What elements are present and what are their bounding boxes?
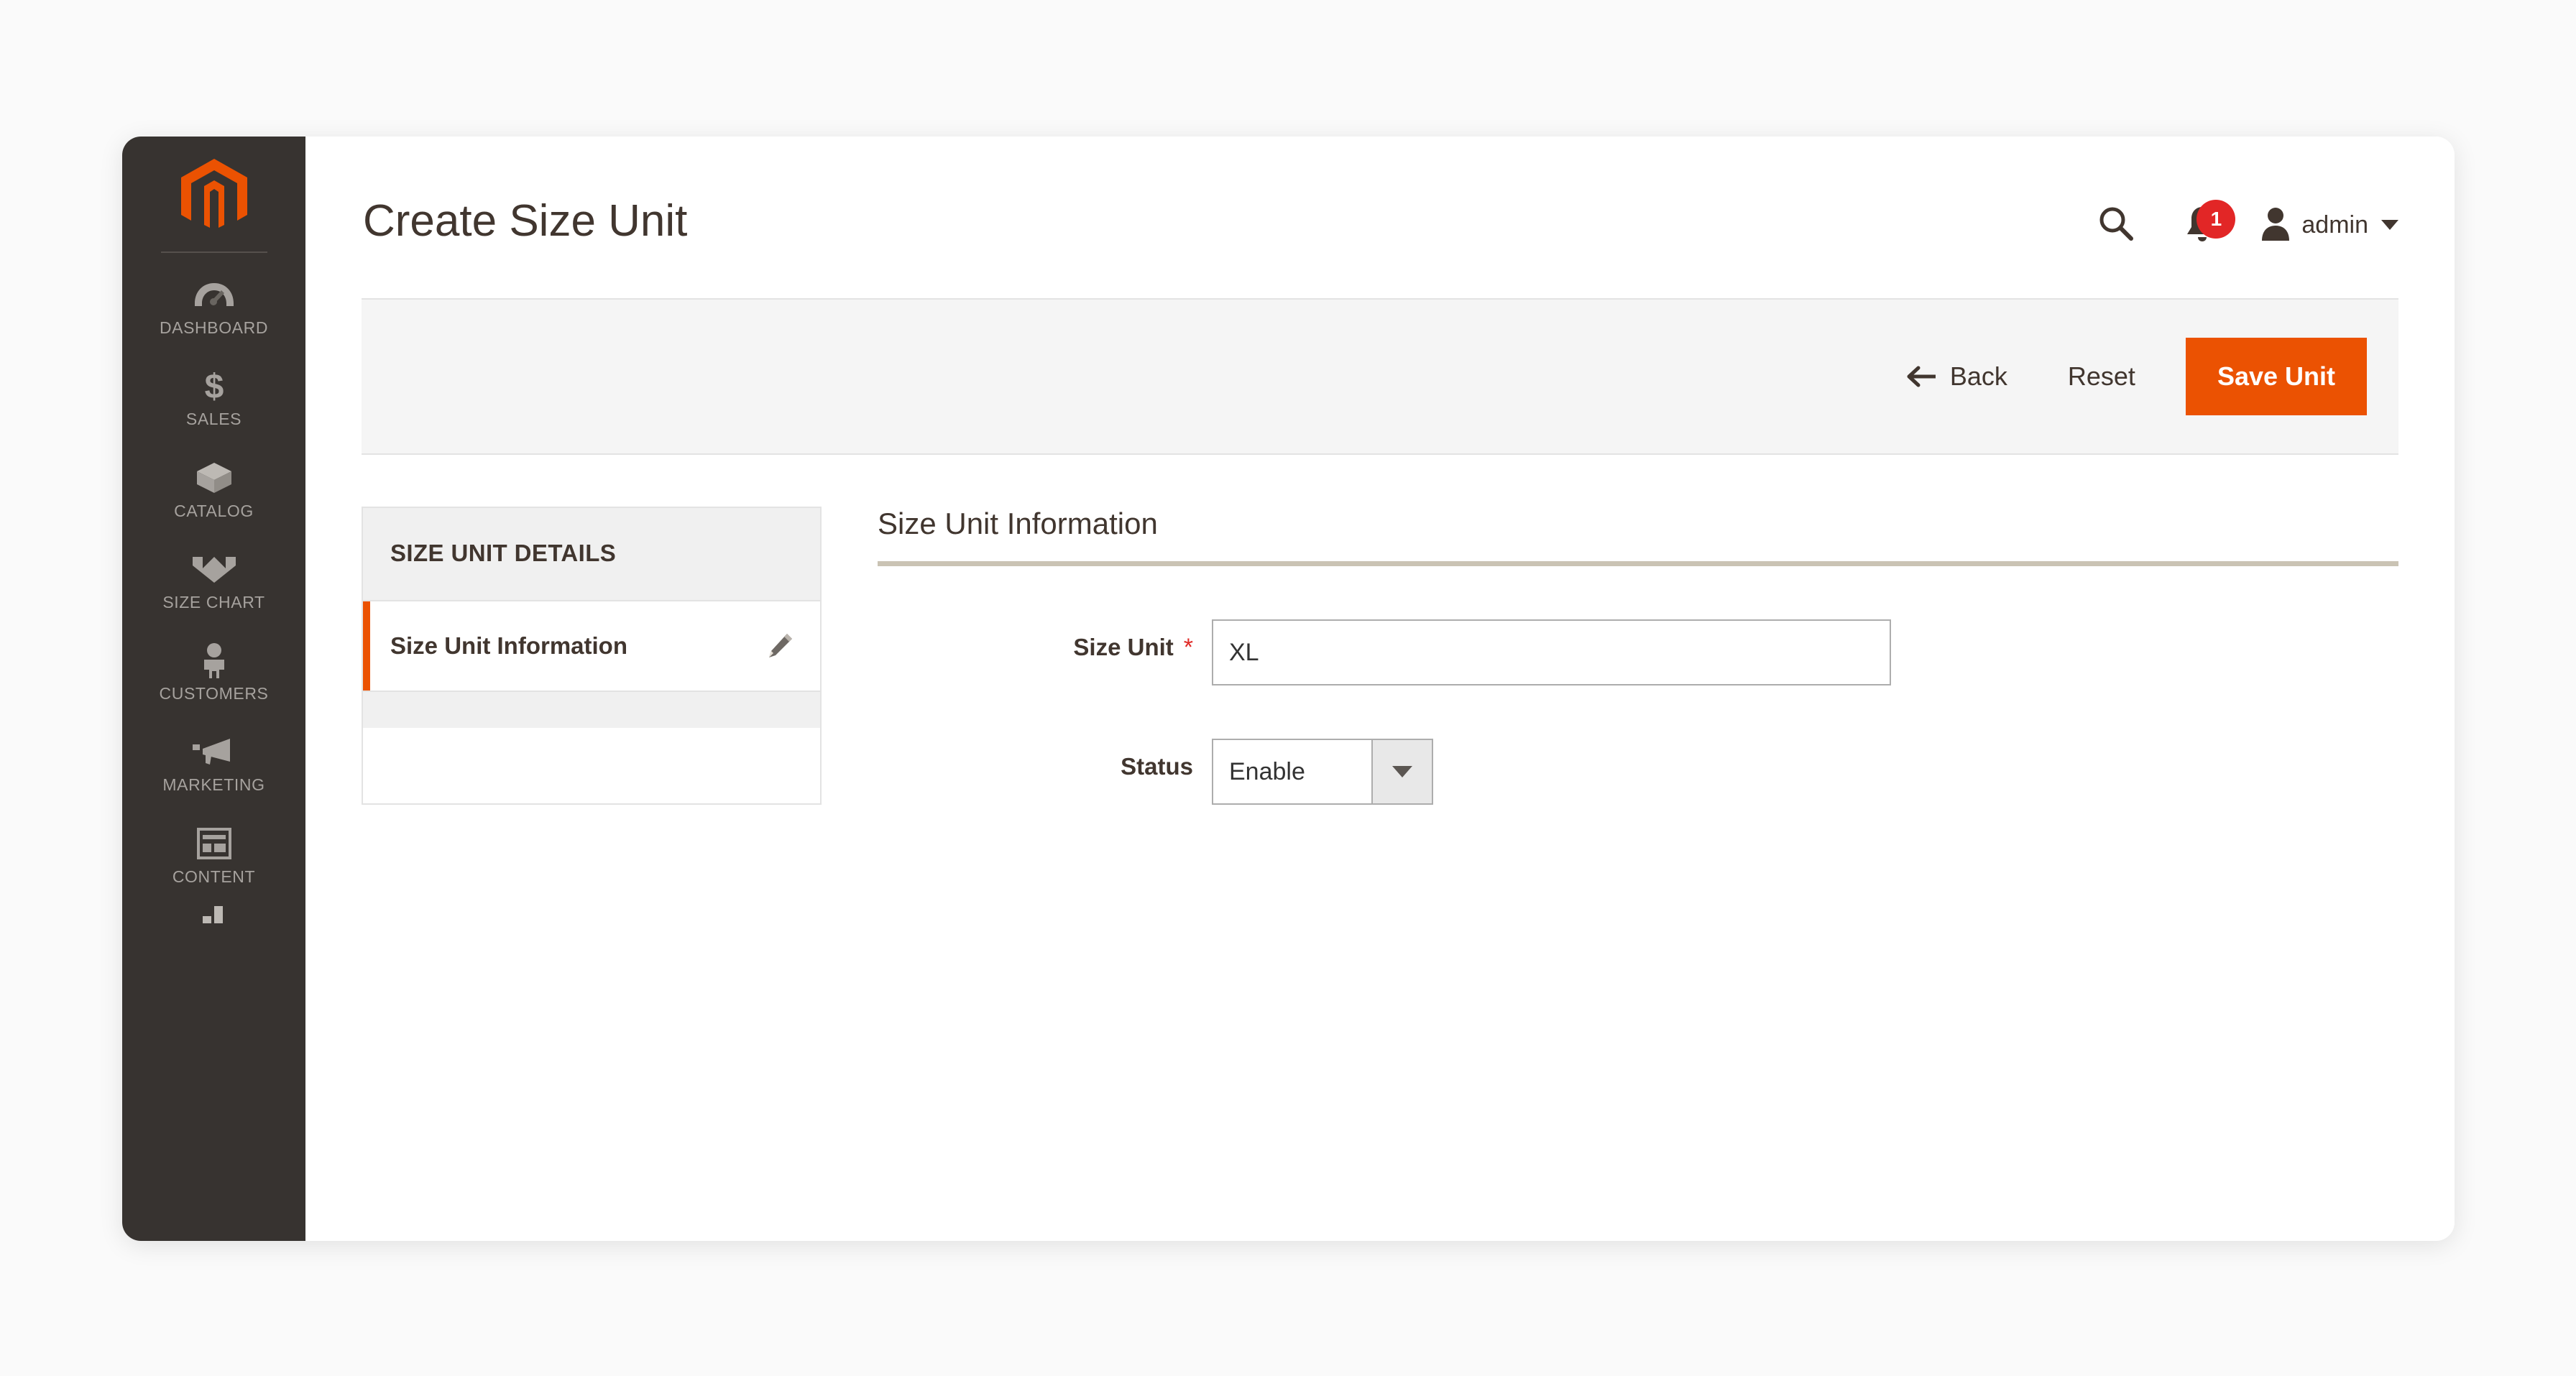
sidebar-item-label: DASHBOARD [159,318,269,337]
sidebar-item-sales[interactable]: $ SALES [122,351,305,443]
notification-badge: 1 [2196,200,2236,239]
megaphone-icon [192,733,236,770]
size-unit-form: Size Unit Information Size Unit * Status… [822,507,2398,805]
caret-glyph [1392,766,1412,777]
size-unit-input[interactable] [1212,619,1891,685]
back-button-label: Back [1949,361,2007,391]
panel-header: SIZE UNIT DETAILS [363,508,820,601]
svg-text:$: $ [204,368,224,405]
arrow-left-icon [1905,365,1937,388]
reset-button[interactable]: Reset [2051,348,2153,405]
sidebar-item-catalog[interactable]: CATALOG [122,443,305,535]
sidebar-item-label: CONTENT [172,867,256,886]
size-unit-details-panel: SIZE UNIT DETAILS Size Unit Information [362,507,822,805]
panel-title: SIZE UNIT DETAILS [390,540,617,566]
search-icon [2097,205,2135,246]
layout-icon [196,825,231,862]
section-divider [878,561,2398,566]
box-icon [194,459,234,497]
sidebar-item-label: CUSTOMERS [159,684,269,703]
admin-app-card: DASHBOARD $ SALES CATALOG SIZE CHART CUS… [122,137,2455,1241]
save-unit-button-label: Save Unit [2217,361,2335,391]
size-chart-icon [192,550,236,588]
field-row-size-unit: Size Unit * [878,619,2398,685]
status-select[interactable]: Enable [1212,739,1433,805]
field-label-cell: Size Unit * [878,619,1212,661]
user-avatar-icon [2260,206,2291,244]
sidebar-item-partial[interactable] [122,900,305,938]
reset-button-label: Reset [2067,361,2135,391]
sidebar-item-customers[interactable]: CUSTOMERS [122,626,305,717]
tab-size-unit-information[interactable]: Size Unit Information [363,601,820,691]
main-content: Create Size Unit 1 admin Back Reset Save… [305,137,2455,1241]
back-button[interactable]: Back [1888,348,2025,405]
sidebar-item-marketing[interactable]: MARKETING [122,717,305,808]
field-label-cell: Status [878,739,1212,780]
notifications-button[interactable]: 1 [2152,200,2253,250]
tab-label: Size Unit Information [390,632,627,659]
people-icon [198,642,231,679]
status-selected-value: Enable [1229,757,1305,785]
sidebar-navigation: DASHBOARD $ SALES CATALOG SIZE CHART CUS… [122,137,305,1241]
reports-chart-icon [197,905,231,924]
sidebar-item-size-chart[interactable]: SIZE CHART [122,535,305,626]
page-actions-toolbar: Back Reset Save Unit [362,298,2398,455]
sidebar-item-dashboard[interactable]: DASHBOARD [122,260,305,351]
sidebar-item-content[interactable]: CONTENT [122,809,305,900]
size-unit-label: Size Unit [1073,634,1174,660]
dollar-sign-icon: $ [198,367,230,405]
content-area: SIZE UNIT DETAILS Size Unit Information [305,455,2455,805]
dashboard-gauge-icon [194,276,234,313]
user-name: admin [2301,211,2368,239]
status-label: Status [1121,753,1193,780]
sidebar-divider [160,251,267,253]
magento-logo[interactable] [122,137,305,251]
page-header: Create Size Unit 1 admin [305,137,2455,298]
required-asterisk: * [1183,634,1193,661]
panel-footer [363,691,820,728]
sidebar-item-label: SIZE CHART [162,592,265,611]
sidebar-item-label: SALES [185,410,242,429]
chevron-down-icon [2381,220,2398,230]
pencil-icon [765,632,794,660]
sidebar-item-label: CATALOG [174,501,254,520]
save-unit-button[interactable]: Save Unit [2185,338,2367,415]
form-section-title: Size Unit Information [878,507,1158,540]
sidebar-item-label: MARKETING [162,775,265,795]
user-menu[interactable]: admin [2253,206,2398,244]
header-tools: 1 admin [2080,200,2398,250]
page-title: Create Size Unit [363,195,688,246]
chevron-down-icon[interactable] [1371,740,1432,803]
field-row-status: Status Enable [878,739,2398,805]
search-button[interactable] [2080,200,2152,250]
